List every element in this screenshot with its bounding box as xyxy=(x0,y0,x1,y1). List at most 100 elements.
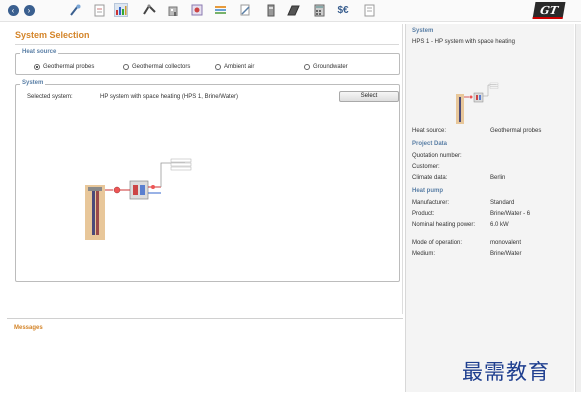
brine-pump-icon xyxy=(113,186,121,194)
radio-button-icon xyxy=(34,64,40,70)
thumb-probe xyxy=(459,97,461,122)
nominal-power-label: Nominal heating power: xyxy=(412,222,476,228)
device-icon xyxy=(267,4,275,16)
radio-button-icon xyxy=(215,64,221,70)
probe-pipe-left xyxy=(92,191,95,235)
medium-value: Brine/Water xyxy=(490,251,522,257)
radio-geothermal-collectors[interactable]: Geothermal collectors xyxy=(123,64,190,70)
vertical-scrollbar[interactable] xyxy=(575,24,581,392)
print-tool-button[interactable] xyxy=(362,3,376,17)
panel-tool-button[interactable] xyxy=(286,3,300,17)
app-logo: GT xyxy=(532,2,566,19)
heat-pump-evaporator xyxy=(140,185,145,195)
weather-icon xyxy=(214,6,226,14)
system-label: System xyxy=(20,80,46,86)
product-value: Brine/Water - 6 xyxy=(490,211,531,217)
settings-icon xyxy=(191,4,203,16)
radio-geothermal-probes[interactable]: Geothermal probes xyxy=(34,64,94,70)
pen-icon xyxy=(240,4,250,16)
probe-head xyxy=(88,187,102,191)
operation-mode-label: Mode of operation: xyxy=(412,240,463,246)
heating-pump-icon xyxy=(151,185,155,189)
riser-line xyxy=(160,162,185,187)
settings-tool-button[interactable] xyxy=(190,3,204,17)
thumb-heat-pump xyxy=(473,92,484,103)
thumb-evaporator xyxy=(479,95,481,100)
pipes-tool-button[interactable] xyxy=(142,3,156,17)
radio-ambient-air[interactable]: Ambient air xyxy=(215,64,254,70)
info-sidebar: System HPS 1 - HP system with space heat… xyxy=(405,24,574,392)
manufacturer-value: Standard xyxy=(490,200,515,206)
radio-label: Ambient air xyxy=(224,64,255,70)
radio-button-icon xyxy=(304,64,310,70)
system-name: HPS 1 - HP system with space heating xyxy=(412,39,515,45)
radio-label: Geothermal collectors xyxy=(132,64,191,70)
messages-title: Messages xyxy=(14,325,43,331)
back-button[interactable]: ‹ xyxy=(6,3,20,17)
climate-data-value: Berlin xyxy=(490,175,506,181)
climate-data-label: Climate data: xyxy=(412,175,448,181)
toolbar: ‹ › $€ GT xyxy=(0,0,581,22)
arrow-left-icon: ‹ xyxy=(7,4,19,16)
selected-system-label: Selected system: xyxy=(27,94,73,100)
selected-system-value: HP system with space heating (HPS 1, Bri… xyxy=(100,94,239,100)
forward-button[interactable]: › xyxy=(22,3,36,17)
main-panel: System Selection Heat source Geothermal … xyxy=(7,24,403,314)
document-tool-button[interactable] xyxy=(92,3,106,17)
chart-icon xyxy=(116,6,127,15)
watermark: 最需教育 xyxy=(462,360,550,384)
customer-label: Customer: xyxy=(412,164,440,170)
panel-icon xyxy=(286,5,300,15)
radiator-3 xyxy=(170,166,192,171)
probe-pipe-right xyxy=(96,191,99,235)
quotation-number-label: Quotation number: xyxy=(412,153,462,159)
arrow-right-icon: › xyxy=(23,4,35,16)
radiator-2 xyxy=(170,162,192,167)
select-button[interactable]: Select xyxy=(339,91,399,102)
calculator-icon xyxy=(314,4,324,16)
pen-tool-button[interactable] xyxy=(238,3,252,17)
cost-icon: $€ xyxy=(337,4,349,16)
radio-label: Groundwater xyxy=(313,64,348,70)
messages-panel: Messages xyxy=(7,318,403,392)
product-label: Product: xyxy=(412,211,435,217)
radiator-1 xyxy=(170,158,192,163)
heat-source-group: Heat source Geothermal probes Geothermal… xyxy=(15,49,400,75)
title-divider xyxy=(15,44,399,45)
thumb-riser xyxy=(483,84,496,97)
thumb-condenser xyxy=(476,95,478,100)
heat-pump-heading: Heat pump xyxy=(412,188,444,194)
building-icon xyxy=(168,6,178,16)
heat-source-label: Heat source xyxy=(20,49,59,55)
operation-mode-value: monovalent xyxy=(490,240,522,246)
device-tool-button[interactable] xyxy=(264,3,278,17)
building-tool-button[interactable] xyxy=(166,3,180,17)
probe-icon xyxy=(70,4,81,16)
project-data-heading: Project Data xyxy=(412,141,448,147)
radio-button-icon xyxy=(123,64,129,70)
heat-pump-condenser xyxy=(133,185,138,195)
chart-tool-button[interactable] xyxy=(114,3,128,17)
cost-tool-button[interactable]: $€ xyxy=(333,3,353,17)
system-thumbnail xyxy=(456,82,499,124)
system-diagram xyxy=(85,158,192,240)
pipes-icon xyxy=(142,4,156,15)
thumb-radiator-1 xyxy=(489,82,499,85)
thumb-pump-icon xyxy=(469,95,473,99)
radio-label: Geothermal probes xyxy=(43,64,95,70)
thumb-radiator-2 xyxy=(489,84,499,87)
probe-tool-button[interactable] xyxy=(68,3,82,17)
radio-groundwater[interactable]: Groundwater xyxy=(304,64,348,70)
weather-tool-button[interactable] xyxy=(213,3,227,17)
heat-source-info-label: Heat source: xyxy=(412,128,447,134)
document-icon xyxy=(94,4,104,16)
heat-source-info-value: Geothermal probes xyxy=(490,128,542,134)
heat-pump-unit xyxy=(129,180,149,200)
page-title: System Selection xyxy=(15,30,90,40)
nominal-power-value: 6.0 kW xyxy=(490,222,509,228)
system-heading: System xyxy=(412,28,434,34)
system-group: System Selected system: HP system with s… xyxy=(15,80,400,282)
thumb-radiator-3 xyxy=(489,86,499,89)
calculator-tool-button[interactable] xyxy=(312,3,326,17)
print-icon xyxy=(364,4,374,16)
